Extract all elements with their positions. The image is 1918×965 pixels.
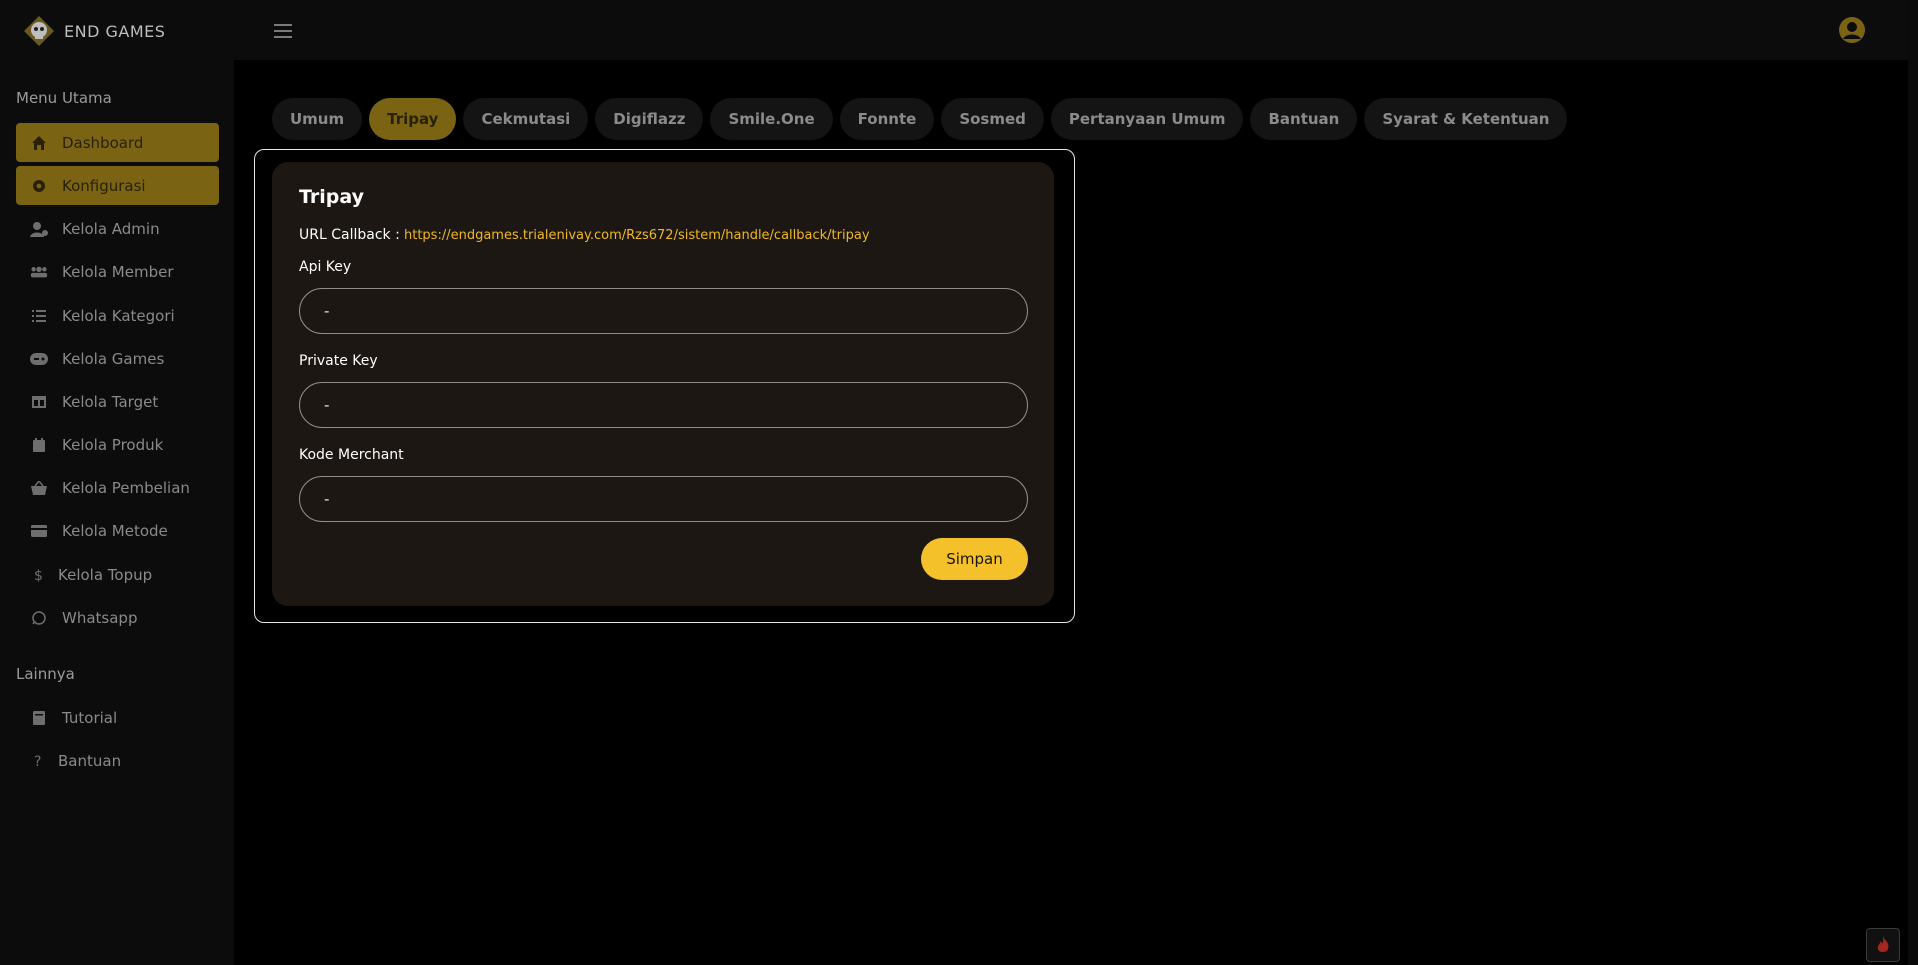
sidebar-item-label: Tutorial — [62, 708, 118, 727]
sidebar-item-whatsapp[interactable]: Whatsapp — [16, 598, 219, 637]
svg-text:?: ? — [34, 754, 41, 769]
merchant-code-label: Kode Merchant — [299, 447, 404, 463]
sidebar-item-kelola-admin[interactable]: Kelola Admin — [16, 209, 219, 248]
gear-icon — [30, 177, 48, 195]
tab-umum[interactable]: Umum — [272, 98, 363, 140]
sidebar-item-label: Whatsapp — [62, 608, 138, 627]
tab-pertanyaan-umum[interactable]: Pertanyaan Umum — [1050, 98, 1244, 140]
callback-label: URL Callback : — [299, 227, 400, 243]
dollar-icon: $ — [30, 566, 48, 584]
private-key-label: Private Key — [299, 353, 378, 369]
sidebar-item-label: Dashboard — [62, 133, 144, 152]
save-button[interactable]: Simpan — [921, 538, 1028, 580]
sidebar-item-label: Kelola Admin — [62, 219, 160, 238]
sidebar-item-dashboard[interactable]: Dashboard — [16, 123, 219, 162]
skull-logo-icon — [22, 14, 56, 48]
sidebar-item-kelola-produk[interactable]: Kelola Produk — [16, 425, 219, 464]
flame-icon[interactable] — [1866, 928, 1900, 962]
tab-tripay[interactable]: Tripay — [369, 98, 457, 140]
svg-text:$: $ — [34, 568, 43, 583]
sidebar-item-kelola-member[interactable]: Kelola Member — [16, 252, 219, 291]
tab-syarat-ketentuan[interactable]: Syarat & Ketentuan — [1364, 98, 1568, 140]
tab-cekmutasi[interactable]: Cekmutasi — [463, 98, 589, 140]
sidebar-item-label: Konfigurasi — [62, 176, 146, 195]
user-cog-icon — [30, 220, 48, 238]
tab-digiflazz[interactable]: Digiflazz — [595, 98, 704, 140]
sidebar-item-label: Kelola Topup — [58, 565, 153, 584]
top-bar: END GAMES — [0, 0, 1908, 60]
sidebar-item-kelola-pembelian[interactable]: Kelola Pembelian — [16, 468, 219, 507]
question-icon: ? — [30, 752, 48, 770]
sidebar-item-kelola-target[interactable]: Kelola Target — [16, 382, 219, 421]
api-key-field[interactable] — [299, 288, 1028, 334]
sidebar-item-label: Kelola Member — [62, 262, 174, 281]
page-scrollbar[interactable] — [1908, 0, 1918, 965]
private-key-field[interactable] — [299, 382, 1028, 428]
sidebar-item-label: Kelola Target — [62, 392, 159, 411]
book-icon — [30, 709, 48, 727]
user-circle-icon[interactable] — [1836, 14, 1868, 46]
sidebar-section-other: Lainnya — [16, 665, 75, 683]
table-icon — [30, 393, 48, 411]
calendar-icon — [30, 436, 48, 454]
tab-bantuan[interactable]: Bantuan — [1250, 98, 1358, 140]
form-title: Tripay — [299, 186, 364, 208]
sidebar-item-konfigurasi[interactable]: Konfigurasi — [16, 166, 219, 205]
tab-smile-one[interactable]: Smile.One — [710, 98, 833, 140]
sidebar-item-kelola-games[interactable]: Kelola Games — [16, 339, 219, 378]
sidebar-item-label: Kelola Produk — [62, 435, 164, 454]
brand-name: END GAMES — [64, 21, 166, 41]
sidebar-item-kelola-kategori[interactable]: Kelola Kategori — [16, 296, 219, 335]
sidebar-item-label: Bantuan — [58, 751, 122, 770]
sidebar-item-tutorial[interactable]: Tutorial — [16, 698, 219, 737]
callback-url[interactable]: https://endgames.trialenivay.com/Rzs672/… — [404, 228, 870, 243]
whatsapp-icon — [30, 609, 48, 627]
credit-card-icon — [30, 522, 48, 540]
tab-sosmed[interactable]: Sosmed — [941, 98, 1044, 140]
gamepad-icon — [30, 350, 48, 368]
home-icon — [30, 134, 48, 152]
sidebar-item-kelola-topup[interactable]: $ Kelola Topup — [16, 555, 219, 594]
sidebar-item-bantuan[interactable]: ? Bantuan — [16, 741, 219, 780]
api-key-label: Api Key — [299, 259, 352, 275]
basket-icon — [30, 479, 48, 497]
sidebar-item-label: Kelola Pembelian — [62, 478, 190, 497]
list-icon — [30, 307, 48, 325]
brand[interactable]: END GAMES — [22, 14, 165, 48]
tab-fonnte[interactable]: Fonnte — [839, 98, 935, 140]
hamburger-icon[interactable] — [270, 20, 296, 42]
sidebar-section-main: Menu Utama — [16, 89, 112, 107]
users-icon — [30, 263, 48, 281]
merchant-code-field[interactable] — [299, 476, 1028, 522]
sidebar-item-kelola-metode[interactable]: Kelola Metode — [16, 511, 219, 550]
sidebar-item-label: Kelola Metode — [62, 521, 168, 540]
sidebar-item-label: Kelola Kategori — [62, 306, 175, 325]
sidebar-item-label: Kelola Games — [62, 349, 165, 368]
settings-tabs: Umum Tripay Cekmutasi Digiflazz Smile.On… — [272, 98, 1568, 140]
